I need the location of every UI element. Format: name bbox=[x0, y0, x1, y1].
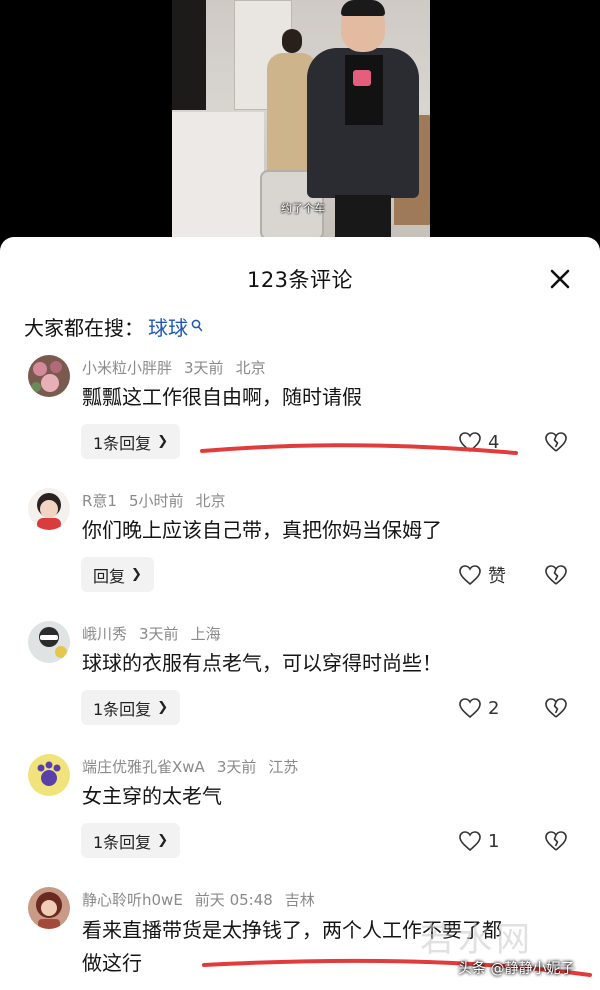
trending-search-term[interactable]: 球球 bbox=[148, 312, 188, 341]
comment-text: 瓢瓢这工作很自由啊，随时请假 bbox=[82, 385, 362, 409]
reply-label: 1条回复 bbox=[93, 832, 152, 852]
avatar[interactable] bbox=[28, 621, 70, 663]
broken-heart-icon bbox=[545, 565, 567, 585]
comment-username[interactable]: 小米粒小胖胖 bbox=[82, 357, 172, 378]
reply-button[interactable]: 回复 ❯ bbox=[81, 557, 154, 592]
comment-username[interactable]: 峨川秀 bbox=[82, 623, 127, 644]
comments-sheet: 123条评论 大家都在搜： 球球 小米粒小胖胖 3天前 北京 瓢瓢这工作很自由啊… bbox=[0, 237, 600, 990]
chevron-right-icon: ❯ bbox=[157, 434, 169, 449]
broken-heart-icon bbox=[545, 831, 567, 851]
video-subtitle: 约了个车 bbox=[281, 202, 325, 215]
comment-location: 北京 bbox=[235, 358, 266, 377]
video-cabinet bbox=[172, 110, 264, 240]
like-button[interactable]: 1 bbox=[458, 826, 499, 856]
view-replies-button[interactable]: 1条回复 ❯ bbox=[81, 690, 181, 725]
like-count: 赞 bbox=[488, 566, 506, 587]
comment-text: 你们晚上应该自己带，真把你妈当保姆了 bbox=[82, 518, 442, 542]
reply-label: 1条回复 bbox=[93, 433, 152, 453]
comment-username[interactable]: R意1 bbox=[82, 490, 117, 511]
avatar[interactable] bbox=[28, 488, 70, 530]
comment-time: 3天前 bbox=[216, 757, 257, 776]
like-count: 4 bbox=[488, 431, 500, 453]
watermark-credit: 头条 @静静小妮子 bbox=[458, 961, 575, 977]
dislike-button[interactable] bbox=[544, 829, 568, 853]
comment-meta: 峨川秀 3天前 上海 bbox=[82, 623, 233, 643]
trending-search-label: 大家都在搜： bbox=[24, 315, 144, 340]
broken-heart-icon bbox=[545, 698, 567, 718]
trending-search: 大家都在搜： 球球 bbox=[24, 311, 203, 341]
chevron-right-icon: ❯ bbox=[131, 567, 142, 582]
view-replies-button[interactable]: 1条回复 ❯ bbox=[81, 823, 181, 858]
dislike-button[interactable] bbox=[544, 696, 568, 720]
comment-meta: R意1 5小时前 北京 bbox=[82, 490, 238, 510]
comment-location: 江苏 bbox=[268, 757, 299, 776]
comments-title: 123条评论 bbox=[246, 268, 354, 292]
like-button[interactable]: 赞 bbox=[458, 560, 506, 590]
video-player[interactable]: 约了个车 bbox=[0, 0, 600, 240]
search-icon[interactable] bbox=[191, 319, 203, 333]
comment-username[interactable]: 静心聆听h0wE bbox=[82, 889, 183, 910]
like-button[interactable]: 4 bbox=[458, 427, 499, 457]
comment-meta: 端庄优雅孔雀XwA 3天前 江苏 bbox=[82, 756, 310, 776]
comment-location: 北京 bbox=[195, 491, 226, 510]
like-count: 1 bbox=[488, 830, 500, 852]
comment-location: 吉林 bbox=[284, 890, 315, 909]
avatar[interactable] bbox=[28, 754, 70, 796]
comment-meta: 小米粒小胖胖 3天前 北京 bbox=[82, 357, 278, 377]
view-replies-button[interactable]: 1条回复 ❯ bbox=[81, 424, 181, 459]
comment-time: 前天 05:48 bbox=[194, 890, 273, 909]
watermark-logo: 若水网 bbox=[420, 920, 534, 960]
comment-text: 女主穿的太老气 bbox=[82, 784, 222, 808]
reply-label: 1条回复 bbox=[93, 699, 152, 719]
close-button[interactable] bbox=[542, 261, 578, 297]
comment-meta: 静心聆听h0wE 前天 05:48 吉林 bbox=[82, 889, 327, 909]
comments-header: 123条评论 bbox=[0, 237, 600, 317]
broken-heart-icon bbox=[545, 432, 567, 452]
comment-location: 上海 bbox=[190, 624, 221, 643]
heart-icon bbox=[459, 565, 481, 586]
chevron-right-icon: ❯ bbox=[157, 700, 169, 715]
dislike-button[interactable] bbox=[544, 563, 568, 587]
comment-username[interactable]: 端庄优雅孔雀XwA bbox=[82, 756, 205, 777]
comment-time: 3天前 bbox=[184, 358, 224, 377]
avatar[interactable] bbox=[28, 355, 70, 397]
comment-time: 3天前 bbox=[139, 624, 179, 643]
dislike-button[interactable] bbox=[544, 430, 568, 454]
heart-icon bbox=[459, 698, 481, 719]
comment-time: 5小时前 bbox=[128, 491, 184, 510]
video-frame[interactable]: 约了个车 bbox=[172, 0, 430, 240]
reply-label: 回复 bbox=[93, 566, 126, 586]
heart-icon bbox=[459, 831, 481, 852]
heart-icon bbox=[459, 432, 481, 453]
comment-text: 球球的衣服有点老气，可以穿得时尚些！ bbox=[82, 651, 442, 675]
chevron-right-icon: ❯ bbox=[157, 833, 169, 848]
avatar[interactable] bbox=[28, 887, 70, 929]
like-button[interactable]: 2 bbox=[458, 693, 499, 723]
like-count: 2 bbox=[488, 697, 500, 719]
close-icon bbox=[550, 269, 570, 289]
